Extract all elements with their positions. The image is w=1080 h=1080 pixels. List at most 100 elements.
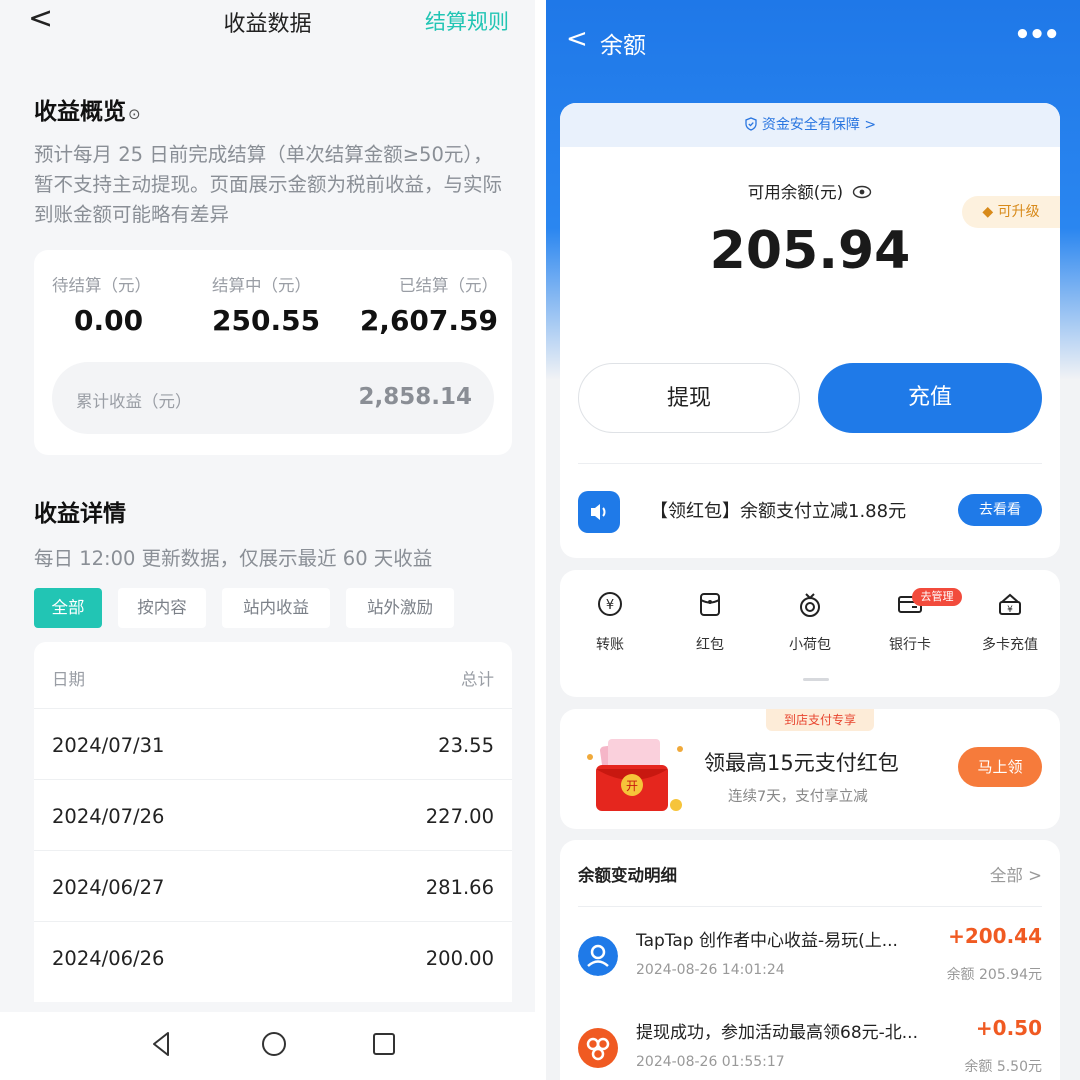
cumulative-label: 累计收益（元）: [76, 392, 192, 411]
shield-icon: [745, 117, 757, 131]
details-heading: 收益详情: [34, 501, 126, 527]
row-total: 227.00: [425, 805, 494, 828]
transaction-balance: 余额 205.94元: [946, 967, 1042, 983]
transaction-name: 提现成功，参加活动最高领68元-北...: [636, 1023, 918, 1043]
table-header: 日期 总计: [34, 642, 512, 708]
table-row[interactable]: 2024/06/26 200.00: [34, 921, 512, 993]
divider: [578, 906, 1042, 907]
row-date: 2024/06/26: [52, 947, 165, 970]
nav-recents-icon[interactable]: [368, 1028, 400, 1060]
red-envelope-illustration: 开: [587, 739, 683, 811]
settling-value: 250.55: [212, 304, 321, 337]
earnings-panel: < 收益数据 结算规则 收益概览 ⊙ 预计每月 25 日前完成结算（单次结算金额≥…: [0, 0, 535, 1080]
quick-actions: ¥ 转账 红包 小荷包 银行卡 ¥ 多卡充值 去管理: [560, 570, 1060, 697]
table-row[interactable]: 2024/07/31 23.55: [34, 708, 512, 780]
settled-stat: 已结算（元） 2,607.59: [360, 272, 498, 337]
store-exclusive-tag: 到店支付专享: [766, 709, 874, 731]
page-indicator: [803, 678, 829, 681]
multi-card-icon: ¥: [999, 593, 1021, 615]
table-row[interactable]: 2024/06/27 281.66: [34, 850, 512, 922]
balance-changes: 余额变动明细 全部 > TapTap 创作者中心收益-易玩(上... 2024-…: [560, 840, 1060, 1080]
store-promo-subtitle: 连续7天，支付享立减: [728, 789, 868, 805]
page-title: 余额: [600, 33, 646, 59]
manage-badge: 去管理: [912, 588, 962, 606]
balance-changes-title: 余额变动明细: [578, 866, 677, 885]
quick-label: 转账: [596, 637, 624, 653]
transaction-amount: +200.44: [948, 924, 1042, 948]
upgrade-badge[interactable]: ◆ 可升级: [962, 196, 1060, 228]
more-icon[interactable]: •••: [1014, 20, 1060, 50]
promo-text: 【领红包】余额支付立减1.88元: [650, 501, 907, 522]
overview-title: 收益概览: [34, 99, 126, 125]
row-date: 2024/07/26: [52, 805, 165, 828]
quick-red-packet[interactable]: 红包: [660, 590, 760, 654]
column-total: 总计: [461, 670, 494, 689]
overview-description: 预计每月 25 日前完成结算（单次结算金额≥50元），暂不支持主动提现。页面展示…: [34, 143, 503, 226]
back-icon[interactable]: <: [566, 24, 588, 54]
available-label-text: 可用余额(元): [747, 183, 844, 202]
transaction-balance: 余额 5.50元: [964, 1059, 1042, 1075]
user-avatar-icon: [578, 936, 618, 976]
fund-safety-text: 资金安全有保障 >: [761, 117, 877, 133]
svg-text:¥: ¥: [1007, 605, 1013, 615]
claim-now-button[interactable]: 马上领: [958, 747, 1042, 787]
row-total: 23.55: [438, 734, 494, 757]
row-date: 2024/07/31: [52, 734, 165, 757]
transaction-name: TapTap 创作者中心收益-易玩(上...: [636, 931, 898, 951]
fund-safety-banner[interactable]: 资金安全有保障 >: [560, 103, 1060, 147]
store-promo-title: 领最高15元支付红包: [704, 751, 899, 775]
balance-card: 资金安全有保障 > 可用余额(元) 205.94 ◆ 可升级 提现 充值 【领红…: [560, 103, 1060, 558]
diamond-icon: ◆: [982, 204, 994, 220]
earnings-summary-card: 待结算（元） 0.00 结算中（元） 250.55 已结算（元） 2,607.5…: [34, 250, 512, 455]
quick-transfer[interactable]: ¥ 转账: [560, 590, 660, 654]
balance-panel: < 余额 ••• 资金安全有保障 > 可用余额(元) 205.94 ◆ 可升级 …: [546, 0, 1080, 1080]
envelope-open-char: 开: [626, 779, 638, 793]
nav-back-icon[interactable]: [146, 1028, 178, 1060]
quick-multi-card[interactable]: ¥ 多卡充值: [960, 590, 1060, 654]
quick-label: 小荷包: [789, 637, 831, 653]
svg-text:¥: ¥: [606, 598, 614, 613]
quick-label: 多卡充值: [982, 637, 1038, 653]
transaction-row[interactable]: TapTap 创作者中心收益-易玩(上... 2024-08-26 14:01:…: [560, 918, 1060, 1008]
speaker-icon: [578, 491, 620, 533]
transaction-row[interactable]: 提现成功，参加活动最高领68元-北... 2024-08-26 01:55:17…: [560, 1010, 1060, 1080]
earnings-table: 日期 总计 2024/07/31 23.55 2024/07/26 227.00…: [34, 642, 512, 1002]
tab-onsite-earnings[interactable]: 站内收益: [222, 588, 330, 628]
table-row[interactable]: 2024/07/26 227.00: [34, 779, 512, 851]
top-up-button[interactable]: 充值: [818, 363, 1042, 433]
row-date: 2024/06/27: [52, 876, 165, 899]
quick-label: 红包: [696, 637, 724, 653]
settling-label: 结算中（元）: [212, 276, 311, 295]
quick-label: 银行卡: [889, 637, 931, 653]
withdraw-button[interactable]: 提现: [578, 363, 800, 433]
pouch-icon: [800, 593, 820, 617]
eye-icon[interactable]: [852, 185, 872, 199]
overview-heading: 收益概览 ⊙: [34, 92, 141, 126]
transaction-time: 2024-08-26 14:01:24: [636, 962, 785, 978]
cumulative-earnings: 累计收益（元） 2,858.14: [52, 362, 494, 434]
view-all-link[interactable]: 全部 >: [990, 862, 1042, 886]
system-nav-bar: [0, 1012, 535, 1080]
row-total: 281.66: [425, 876, 494, 899]
red-packet-icon: [700, 593, 720, 616]
info-icon[interactable]: ⊙: [128, 105, 141, 123]
settlement-rules-link[interactable]: 结算规则: [425, 6, 509, 36]
transaction-amount: +0.50: [975, 1016, 1042, 1040]
nav-home-icon[interactable]: [258, 1028, 290, 1060]
column-date: 日期: [52, 670, 85, 689]
pending-value: 0.00: [74, 304, 144, 337]
divider: [578, 463, 1042, 464]
tab-by-content[interactable]: 按内容: [118, 588, 206, 628]
tab-offsite-incentive[interactable]: 站外激励: [346, 588, 454, 628]
settling-stat: 结算中（元） 250.55: [212, 272, 320, 337]
pending-label: 待结算（元）: [52, 276, 151, 295]
quick-pouch[interactable]: 小荷包: [760, 590, 860, 654]
activity-icon: [578, 1028, 618, 1068]
tab-all[interactable]: 全部: [34, 588, 102, 628]
row-total: 200.00: [425, 947, 494, 970]
pending-stat: 待结算（元） 0.00: [52, 272, 151, 337]
settled-label: 已结算（元）: [399, 276, 498, 295]
balance-amount: 205.94: [709, 221, 911, 281]
store-payment-banner[interactable]: 到店支付专享 开 领最高15元支付红包 连续7天，支付享立减 马上领: [560, 709, 1060, 829]
promo-view-button[interactable]: 去看看: [958, 494, 1042, 526]
